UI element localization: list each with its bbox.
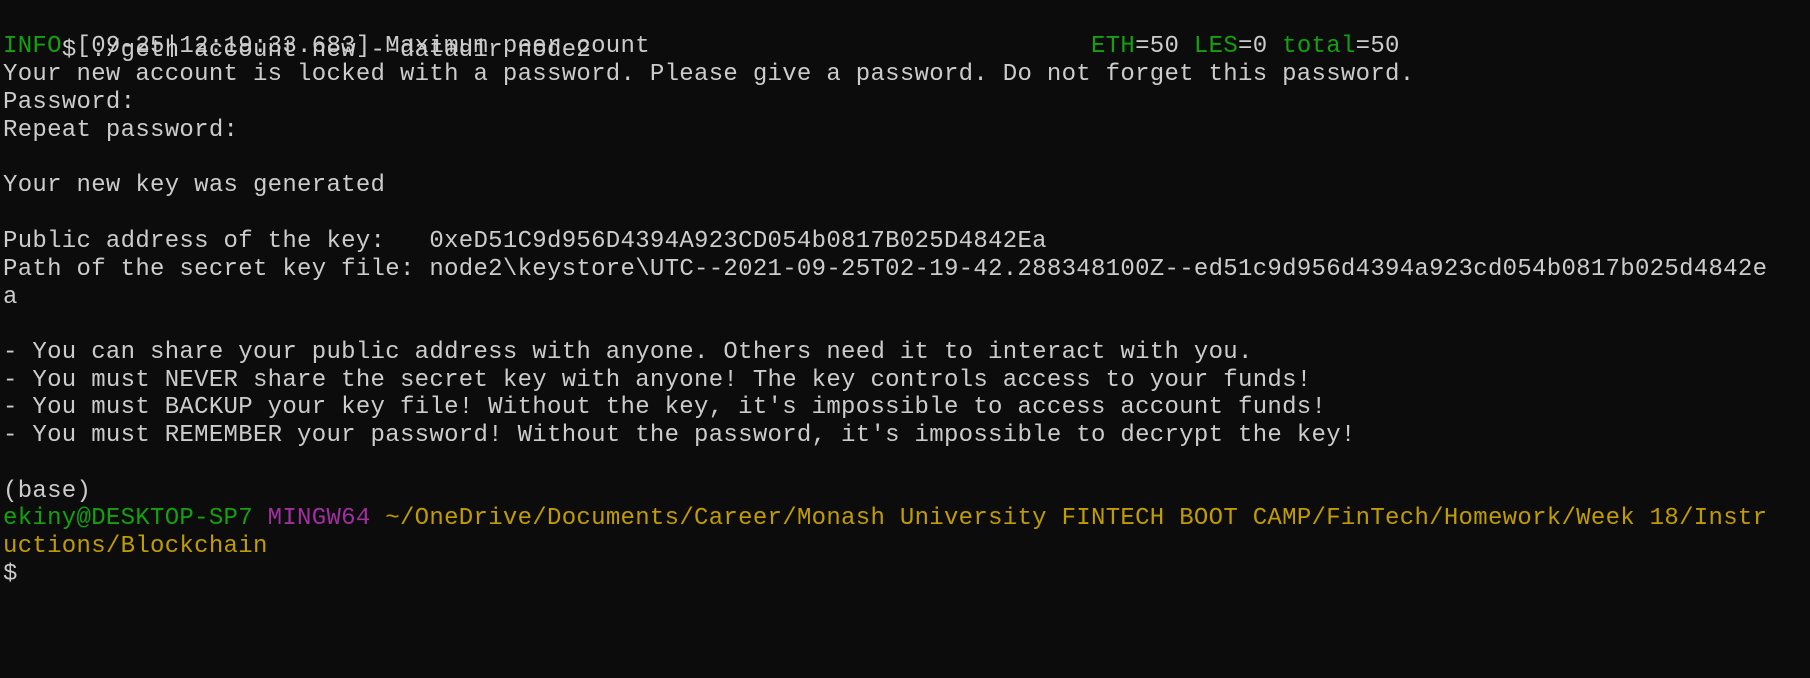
log-padding	[650, 33, 1003, 60]
log-message: Maximum peer count	[385, 33, 650, 60]
les-value: =0	[1238, 33, 1268, 60]
les-key: LES	[1193, 33, 1239, 60]
prompt-user-host: ekiny@DESKTOP-SP7	[3, 505, 253, 532]
secret-key-path-line: Path of the secret key file: node2\keyst…	[3, 254, 1767, 286]
secret-key-path-label: Path of the secret key file:	[3, 256, 430, 283]
secret-key-path-value: node2\keystore\UTC--2021-09-25T02-19-42.…	[429, 256, 1768, 283]
log-level: INFO	[3, 33, 62, 60]
eth-value: =50	[1135, 33, 1180, 60]
public-address-value: 0xeD51C9d956D4394A923CD054b0817B025D4842…	[429, 228, 1047, 255]
total-value: =50	[1355, 33, 1400, 60]
total-key: total	[1282, 33, 1356, 60]
prompt-path-wrap: uctions/Blockchain	[3, 533, 268, 560]
secret-key-path-wrap: a	[3, 284, 18, 311]
terminal-window[interactable]: $ ./geth account new --datadir node2 INF…	[0, 0, 1810, 678]
key-generated-message: Your new key was generated	[3, 172, 386, 199]
log-timestamp: [09-25|12:19:33.683]	[76, 33, 371, 60]
input-prompt[interactable]: $	[3, 559, 32, 591]
warning-line: - You must REMEMBER your password! Witho…	[3, 422, 1356, 449]
eth-key: ETH	[1091, 33, 1136, 60]
repeat-password-prompt: Repeat password:	[3, 117, 239, 144]
prompt-path: ~/OneDrive/Documents/Career/Monash Unive…	[385, 505, 1768, 532]
public-address-label: Public address of the key:	[3, 228, 430, 255]
locked-message: Your new account is locked with a passwo…	[3, 61, 1415, 88]
prompt-symbol: $	[3, 561, 18, 588]
prompt-shell: MINGW64	[267, 505, 371, 532]
